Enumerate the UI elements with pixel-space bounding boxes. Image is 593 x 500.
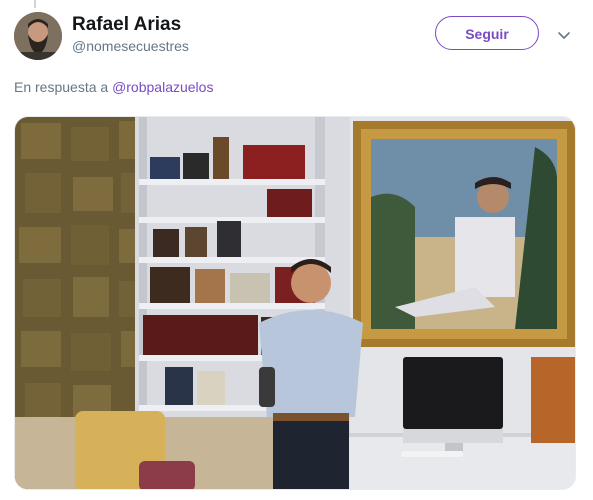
reply-mention-link[interactable]: @robpalazuelos	[112, 79, 213, 95]
avatar-image	[14, 12, 62, 60]
avatar[interactable]	[14, 12, 62, 60]
reply-context: En respuesta a @robpalazuelos	[14, 79, 213, 95]
display-name[interactable]: Rafael Arias	[72, 14, 181, 36]
user-handle[interactable]: @nomesecuestres	[72, 38, 189, 54]
reply-prefix: En respuesta a	[14, 79, 109, 95]
chevron-down-icon[interactable]	[557, 28, 571, 42]
photo-image	[15, 117, 575, 489]
follow-button[interactable]: Seguir	[435, 16, 539, 50]
thread-connector-line	[34, 0, 36, 8]
tweet-photo[interactable]	[14, 116, 576, 490]
